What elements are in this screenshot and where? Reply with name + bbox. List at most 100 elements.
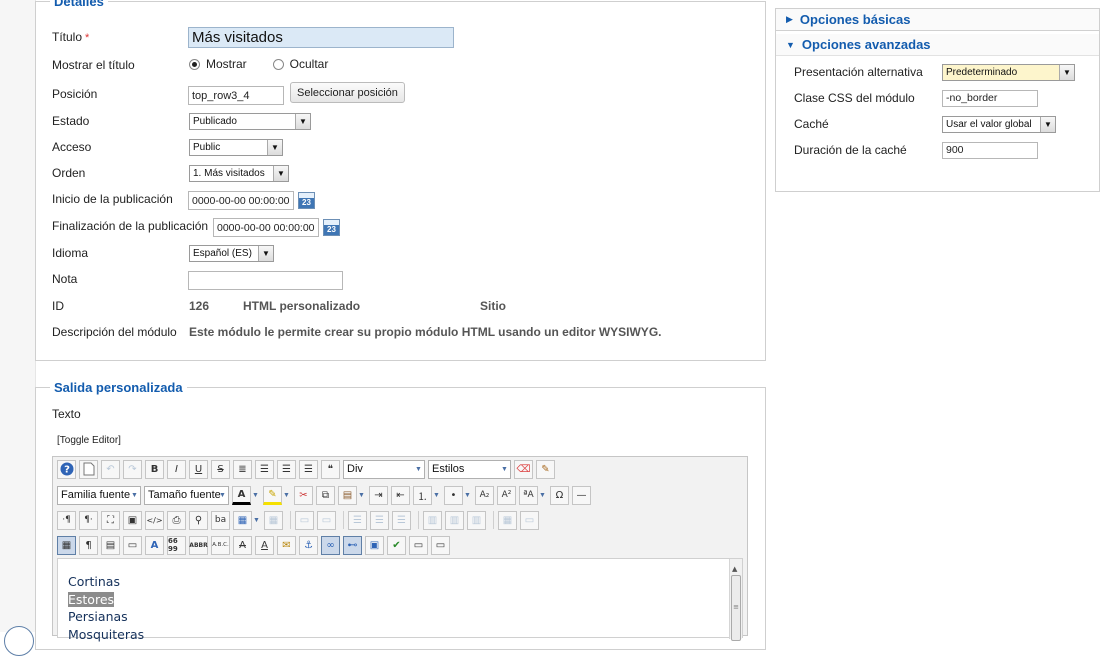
- strikethrough-button[interactable]: S: [211, 459, 230, 479]
- eraser-icon[interactable]: ⌫: [514, 459, 533, 479]
- cell-props-icon[interactable]: ▭: [317, 510, 336, 530]
- horizontal-rule-icon[interactable]: —: [572, 485, 591, 505]
- insert-col-after-icon[interactable]: ▥: [445, 510, 464, 530]
- cut-icon[interactable]: ✂: [294, 485, 313, 505]
- help-icon[interactable]: ?: [57, 459, 76, 479]
- chevron-down-icon[interactable]: ▼: [538, 492, 547, 499]
- outdent-icon[interactable]: ⇤: [391, 485, 410, 505]
- editor-scrollbar[interactable]: ▲ ≡: [729, 559, 742, 641]
- toggle-editor-link[interactable]: [Toggle Editor]: [57, 435, 121, 446]
- template-icon[interactable]: ▤: [101, 535, 120, 555]
- insert-col-before-icon[interactable]: ▥: [423, 510, 442, 530]
- replace-icon[interactable]: ba: [211, 510, 230, 530]
- rtl-icon[interactable]: ¶·: [79, 510, 98, 530]
- font-size-select[interactable]: Tamaño fuente ▼: [144, 485, 229, 505]
- find-icon[interactable]: ⚲: [189, 510, 208, 530]
- cache-time-input[interactable]: [942, 141, 1038, 159]
- redo-icon[interactable]: ↷: [123, 459, 142, 479]
- chevron-down-icon[interactable]: ▼: [432, 492, 441, 499]
- case-icon[interactable]: ªA: [519, 485, 538, 505]
- superscript-icon[interactable]: A²: [497, 485, 516, 505]
- strike-del-icon[interactable]: A: [233, 535, 252, 555]
- bulleted-list-icon[interactable]: •: [444, 485, 463, 505]
- align-right-icon[interactable]: ☰: [299, 459, 318, 479]
- styles-select[interactable]: Estilos ▼: [428, 459, 511, 479]
- calendar-icon[interactable]: 23: [323, 219, 340, 236]
- merge-cells-icon[interactable]: ▭: [520, 510, 539, 530]
- code-icon[interactable]: </>: [145, 510, 164, 530]
- insert-row-before-icon[interactable]: ☰: [348, 510, 367, 530]
- embed-icon[interactable]: ▭: [409, 535, 428, 555]
- select-position-button[interactable]: Seleccionar posición: [290, 82, 405, 103]
- calendar-icon[interactable]: 23: [298, 192, 315, 209]
- show-title-radio-hide[interactable]: Ocultar: [272, 57, 328, 71]
- acronym-icon[interactable]: A.B.C.: [211, 535, 230, 555]
- delete-row-icon[interactable]: ☰: [392, 510, 411, 530]
- chevron-down-icon[interactable]: ▼: [463, 492, 472, 499]
- alt-layout-select[interactable]: Predeterminado ▼: [942, 63, 1075, 81]
- chevron-down-icon[interactable]: ▼: [251, 492, 260, 499]
- split-cells-icon[interactable]: ▦: [498, 510, 517, 530]
- numbered-list-icon[interactable]: ⒈: [413, 485, 432, 505]
- show-blocks-icon[interactable]: ¶: [79, 535, 98, 555]
- blockquote-icon[interactable]: ❝: [321, 459, 340, 479]
- unlink-icon[interactable]: ⊷: [343, 535, 362, 555]
- cache-select[interactable]: Usar el valor global ▼: [942, 115, 1056, 133]
- bold-button[interactable]: B: [145, 459, 164, 479]
- order-select[interactable]: 1. Más visitados ▼: [189, 165, 289, 182]
- note-input[interactable]: [188, 271, 343, 290]
- basic-options-header[interactable]: ▶ Opciones básicas: [776, 9, 1099, 31]
- ltr-icon[interactable]: ·¶: [57, 510, 76, 530]
- delete-col-icon[interactable]: ▥: [467, 510, 486, 530]
- visual-aid-icon[interactable]: ▦: [57, 535, 76, 555]
- delete-table-icon[interactable]: ▦: [264, 510, 283, 530]
- highlight-color-icon[interactable]: ✎: [263, 485, 282, 505]
- link-icon[interactable]: ∞: [321, 535, 340, 555]
- advanced-options-header[interactable]: ▼ Opciones avanzadas: [776, 34, 1099, 56]
- print-icon[interactable]: ⎙: [167, 510, 186, 530]
- cleanup-brush-icon[interactable]: ✎: [536, 459, 555, 479]
- indent-icon[interactable]: ⇥: [369, 485, 388, 505]
- align-justify-icon[interactable]: ≣: [233, 459, 252, 479]
- state-select[interactable]: Publicado ▼: [189, 113, 311, 130]
- attributes-icon[interactable]: ✉: [277, 535, 296, 555]
- css-class-input[interactable]: [942, 89, 1038, 107]
- align-center-icon[interactable]: ☰: [255, 459, 274, 479]
- insert-row-after-icon[interactable]: ☰: [370, 510, 389, 530]
- show-title-radio-show[interactable]: Mostrar: [189, 57, 247, 71]
- new-document-icon[interactable]: [79, 459, 98, 479]
- image-icon[interactable]: ▣: [365, 535, 384, 555]
- quote-icon[interactable]: 66 99: [167, 535, 186, 555]
- copy-icon[interactable]: ⧉: [316, 485, 335, 505]
- undo-icon[interactable]: ↶: [101, 459, 120, 479]
- paste-icon[interactable]: ▤: [338, 485, 357, 505]
- subscript-icon[interactable]: A₂: [475, 485, 494, 505]
- text-color-icon[interactable]: A: [232, 485, 251, 505]
- scroll-thumb[interactable]: ≡: [731, 575, 741, 641]
- preview-icon[interactable]: ▣: [123, 510, 142, 530]
- row-props-icon[interactable]: ▭: [295, 510, 314, 530]
- chevron-down-icon[interactable]: ▼: [357, 492, 366, 499]
- pagebreak-icon[interactable]: ▭: [123, 535, 142, 555]
- anchor-icon[interactable]: ⚓: [299, 535, 318, 555]
- spellcheck-icon[interactable]: ✔: [387, 535, 406, 555]
- title-input[interactable]: [188, 27, 454, 48]
- position-input[interactable]: [188, 86, 284, 105]
- align-left-icon[interactable]: ☰: [277, 459, 296, 479]
- insert-table-icon[interactable]: ▦: [233, 510, 252, 530]
- font-family-select[interactable]: Familia fuente ▼: [57, 485, 141, 505]
- publish-down-input[interactable]: [213, 218, 319, 237]
- access-select[interactable]: Public ▼: [189, 139, 283, 156]
- editor-content-area[interactable]: Cortinas Estores Persianas Mosquiteras ▲…: [57, 558, 743, 642]
- format-select[interactable]: Div ▼: [343, 459, 425, 479]
- special-char-icon[interactable]: Ω: [550, 485, 569, 505]
- underline-button[interactable]: U: [189, 459, 208, 479]
- language-select[interactable]: Español (ES) ▼: [189, 245, 274, 262]
- styleprops-icon[interactable]: A: [145, 535, 164, 555]
- fullscreen-icon[interactable]: ⛶: [101, 510, 120, 530]
- insert-text-icon[interactable]: A: [255, 535, 274, 555]
- chevron-down-icon[interactable]: ▼: [282, 492, 291, 499]
- abbr-icon[interactable]: ABBR: [189, 535, 208, 555]
- publish-up-input[interactable]: [188, 191, 294, 210]
- chevron-down-icon[interactable]: ▼: [252, 517, 261, 524]
